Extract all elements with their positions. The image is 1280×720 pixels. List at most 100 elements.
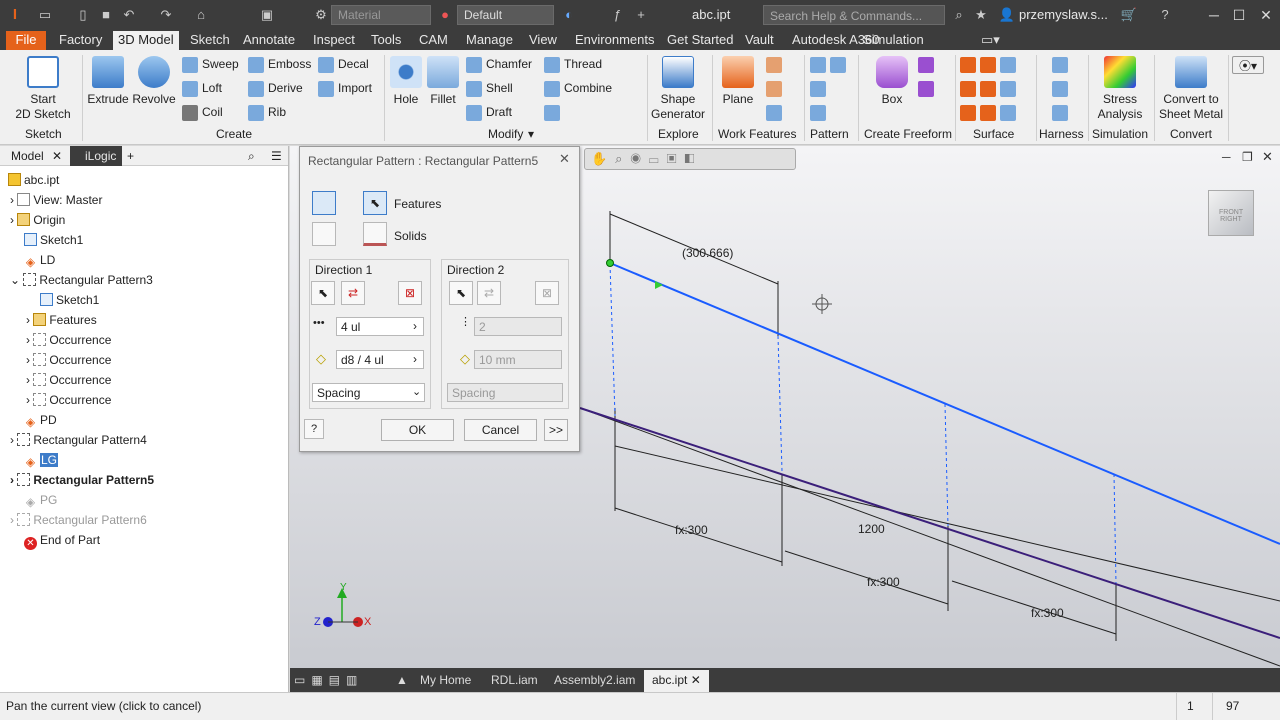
star-icon[interactable]: ★ [972, 6, 990, 24]
d2-count-field[interactable]: 2 [474, 317, 562, 336]
tree-node-pd[interactable]: ◈ PD [24, 410, 57, 430]
coil-button[interactable]: Coil [182, 105, 223, 121]
thread-button[interactable]: Thread [544, 57, 602, 73]
sketch-line[interactable] [609, 262, 1280, 545]
doc-tab-my-home[interactable]: My Home [420, 673, 471, 687]
d1-mode-chevron-icon[interactable]: ⌄ [412, 385, 421, 398]
emboss-button[interactable]: Emboss [248, 57, 311, 73]
tab-simulation[interactable]: Simulation [858, 31, 929, 50]
color-override-icon[interactable]: ◐ [560, 6, 578, 24]
save-icon[interactable]: ■ [97, 6, 115, 24]
tab-3d-model[interactable]: 3D Model [113, 31, 179, 50]
d1-count-arrow-icon[interactable]: › [413, 319, 417, 333]
d1-spacing-arrow-icon[interactable]: › [413, 352, 417, 366]
tree-node-occurrence[interactable]: › Occurrence [26, 390, 111, 410]
d2-path-select-icon[interactable]: ⬉ [449, 281, 473, 305]
tab-factory[interactable]: Factory [54, 31, 107, 50]
browser-search-icon[interactable]: ⌕ [248, 149, 255, 164]
dialog-close-icon[interactable]: ✕ [559, 151, 570, 167]
loft-button[interactable]: Loft [182, 81, 222, 97]
tab-model[interactable]: Model [11, 149, 44, 163]
open-icon[interactable]: ▯ [74, 6, 92, 24]
expand-icon[interactable]: › [26, 393, 30, 407]
tab-tools[interactable]: Tools [366, 31, 406, 50]
help-search-input[interactable]: Search Help & Commands... [763, 5, 945, 25]
features-select-icon[interactable]: ⬉ [363, 191, 387, 215]
panel-modify-chevron-icon[interactable]: ▾ [528, 127, 534, 141]
d1-path-select-icon[interactable]: ⬉ [311, 281, 335, 305]
tab-get-started[interactable]: Get Started [662, 31, 738, 50]
doc-tabs-scroll-icon[interactable]: ▲ [396, 673, 408, 687]
tree-node-rect-pattern5[interactable]: › Rectangular Pattern5 [10, 470, 154, 490]
import-button[interactable]: Import [318, 81, 372, 97]
pattern-solids-icon[interactable] [312, 222, 336, 246]
appearance-select[interactable]: Default [457, 5, 554, 25]
d2-mode-select[interactable]: Spacing [447, 383, 563, 402]
doc-tab-close-icon[interactable]: ✕ [691, 673, 701, 687]
harness-tool-1[interactable] [1052, 57, 1072, 73]
freeform-tool-1[interactable] [918, 57, 938, 73]
pattern-features-icon[interactable] [312, 191, 336, 215]
redo-icon[interactable]: ↷ [157, 6, 175, 24]
dimension-label[interactable]: 1200 [858, 522, 885, 536]
new-icon[interactable]: ▭ [36, 6, 54, 24]
window-arrange-icons[interactable]: ▭▦▤▥ [294, 673, 363, 687]
ucs-button[interactable] [766, 105, 786, 121]
tab-vault[interactable]: Vault [740, 31, 779, 50]
tree-node-end-of-part[interactable]: ✕ End of Part [24, 530, 100, 550]
expand-icon[interactable]: › [10, 473, 14, 487]
tab-cam[interactable]: CAM [414, 31, 453, 50]
maximize-icon[interactable]: ☐ [1229, 5, 1249, 25]
plane-button[interactable]: Plane [718, 56, 758, 107]
doc-tab-assembly2[interactable]: Assembly2.iam [554, 673, 635, 687]
d1-spacing-field[interactable]: d8 / 4 ul [336, 350, 424, 369]
revolve-button[interactable]: Revolve [132, 56, 176, 107]
tab-view[interactable]: View [524, 31, 562, 50]
sketch-pattern-button[interactable] [810, 105, 830, 121]
convert-sheet-metal-button[interactable]: Convert to Sheet Metal [1158, 56, 1224, 122]
decal-button[interactable]: Decal [318, 57, 369, 73]
tree-node-ld[interactable]: ◈ LD [24, 250, 55, 270]
freeform-tool-2[interactable] [918, 81, 938, 97]
app-logo-icon[interactable]: I [6, 6, 24, 24]
doc-tab-abc[interactable]: abc.ipt ✕ [644, 670, 709, 692]
tree-node-sketch1[interactable]: Sketch1 [24, 230, 83, 250]
select-icon[interactable]: ▣ [258, 6, 276, 24]
expand-icon[interactable]: › [10, 213, 14, 227]
harness-tool-3[interactable] [1052, 105, 1072, 121]
solids-select-icon[interactable] [363, 222, 387, 246]
dimension-label[interactable]: (300.666) [682, 246, 733, 260]
home-icon[interactable]: ⌂ [192, 6, 210, 24]
d1-mode-select[interactable]: Spacing [312, 383, 425, 402]
help-icon[interactable]: ? [1156, 6, 1174, 24]
expand-icon[interactable]: › [10, 513, 14, 527]
close-icon[interactable]: ✕ [1256, 5, 1276, 25]
plus-icon[interactable]: + [632, 6, 650, 24]
tab-sketch[interactable]: Sketch [185, 31, 235, 50]
surface-tools-row2[interactable] [960, 81, 1020, 97]
d2-spacing-field[interactable]: 10 mm [474, 350, 562, 369]
split-button[interactable] [544, 105, 564, 121]
fillet-button[interactable]: Fillet [426, 56, 460, 107]
tree-node-features[interactable]: › Features [26, 310, 97, 330]
expand-icon[interactable]: › [26, 313, 30, 327]
browser-menu-icon[interactable]: ☰ [271, 149, 282, 163]
cart-icon[interactable]: 🛒 [1120, 6, 1138, 24]
tree-node-rect-pattern3[interactable]: ⌄ Rectangular Pattern3 [10, 270, 153, 290]
cancel-button[interactable]: Cancel [464, 419, 537, 441]
undo-icon[interactable]: ↶ [120, 6, 138, 24]
features-label[interactable]: Features [394, 197, 441, 211]
solids-label[interactable]: Solids [394, 229, 427, 243]
dimension-label[interactable]: fx:300 [867, 575, 900, 589]
tree-node-occurrence[interactable]: › Occurrence [26, 350, 111, 370]
point-button[interactable] [766, 81, 786, 97]
draft-button[interactable]: Draft [466, 105, 512, 121]
shape-generator-button[interactable]: Shape Generator [650, 56, 706, 122]
tree-node-p3-sketch1[interactable]: Sketch1 [40, 290, 99, 310]
rect-pattern-button[interactable] [810, 57, 850, 73]
ribbon-toggle-icon[interactable]: ▭▾ [976, 31, 1005, 50]
tree-node-rect-pattern6[interactable]: › Rectangular Pattern6 [10, 510, 147, 530]
box-button[interactable]: Box [872, 56, 912, 107]
tab-annotate[interactable]: Annotate [238, 31, 300, 50]
d2-flip-icon[interactable]: ⇄ [477, 281, 501, 305]
